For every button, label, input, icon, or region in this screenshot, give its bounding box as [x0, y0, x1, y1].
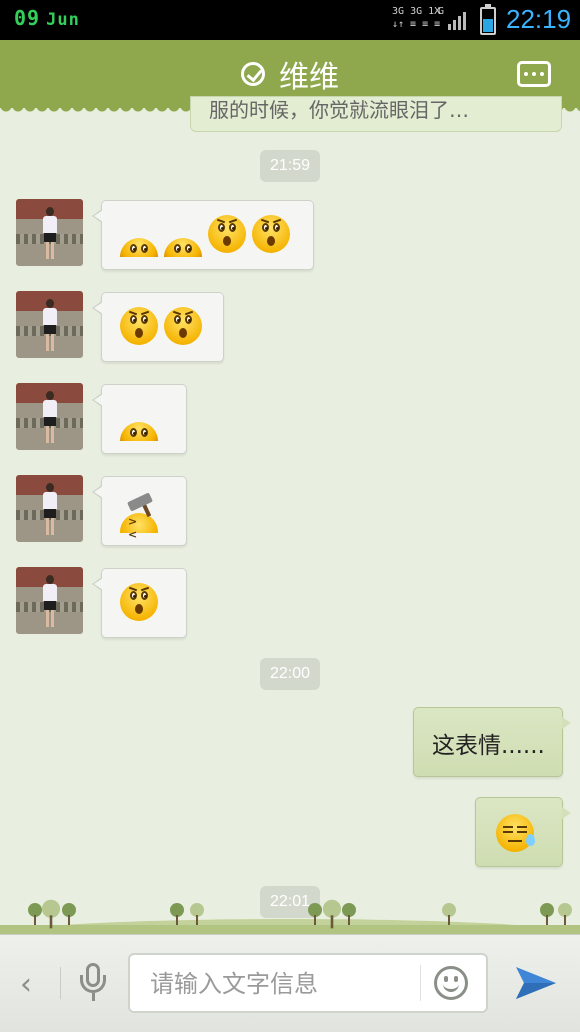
half-face-emoji-icon	[120, 238, 158, 257]
status-time: 22:19	[506, 4, 572, 34]
tree-icon	[190, 903, 204, 925]
shocked-face-emoji-icon	[164, 307, 202, 345]
shocked-face-emoji-icon	[208, 215, 246, 253]
status-month: Jun	[46, 10, 80, 30]
message-input-box[interactable]	[128, 953, 488, 1013]
timestamp: 21:59	[260, 150, 320, 182]
check-circle-icon	[241, 62, 265, 86]
status-bar: 09 Jun 3G 3G 1X G ↓↑ ≡ ≡ ≡ 22:19	[0, 0, 580, 40]
network-signal-icon: 3G 3G 1X G ↓↑ ≡ ≡ ≡	[392, 6, 472, 34]
status-date: 09 Jun	[14, 6, 80, 30]
network-label: 3G	[410, 6, 423, 17]
tree-icon	[558, 903, 572, 925]
sweat-face-emoji-icon	[496, 814, 535, 852]
tree-icon	[41, 899, 61, 929]
network-label: G	[438, 6, 445, 17]
sent-message-bubble[interactable]: 这表情......	[413, 707, 571, 777]
signal-bars-icon	[448, 12, 468, 30]
half-face-emoji-icon	[164, 238, 202, 257]
avatar[interactable]	[16, 383, 83, 450]
tree-icon	[442, 903, 456, 925]
received-message-bubble[interactable]	[92, 476, 187, 546]
sent-message-bubble[interactable]	[475, 797, 571, 867]
tree-icon	[342, 903, 356, 925]
received-message-bubble[interactable]	[92, 384, 187, 454]
sent-message-text: 这表情......	[432, 733, 545, 759]
received-message-bubble[interactable]	[92, 292, 224, 362]
shocked-face-emoji-icon	[120, 583, 158, 621]
tree-icon	[322, 899, 342, 929]
divider	[60, 967, 61, 999]
back-icon[interactable]: ‹	[20, 967, 32, 1002]
status-day: 09	[14, 6, 41, 30]
previous-message-bubble[interactable]: 服的时候，你觉就流眼泪了…	[190, 96, 562, 132]
shocked-face-emoji-icon	[120, 307, 158, 345]
tree-icon	[170, 903, 184, 925]
more-icon[interactable]	[517, 61, 551, 87]
message-list[interactable]: 服的时候，你觉就流眼泪了… 21:59 22:00 这表情...... 22:0…	[0, 96, 580, 934]
previous-message-text: 服的时候，你觉就流眼泪了…	[209, 98, 469, 122]
timestamp: 22:00	[260, 658, 320, 690]
avatar[interactable]	[16, 291, 83, 358]
tree-icon	[62, 903, 76, 925]
hammer-face-emoji-icon	[120, 492, 158, 541]
message-input[interactable]	[148, 967, 412, 1001]
battery-icon	[480, 4, 496, 35]
avatar[interactable]	[16, 199, 83, 266]
background-scenery	[0, 890, 580, 935]
send-icon[interactable]	[514, 963, 558, 1003]
tree-icon	[308, 903, 322, 925]
half-face-emoji-icon	[120, 422, 158, 441]
tree-icon	[540, 903, 554, 925]
network-label: 3G	[392, 6, 405, 17]
input-bar: ‹	[0, 934, 580, 1032]
contact-name[interactable]: 维维	[279, 52, 339, 96]
microphone-icon[interactable]	[80, 963, 108, 1003]
tree-icon	[28, 903, 42, 925]
emoji-icon[interactable]	[434, 966, 468, 1000]
avatar[interactable]	[16, 567, 83, 634]
battery-level-fill	[483, 19, 493, 32]
shocked-face-emoji-icon	[252, 215, 290, 253]
divider	[420, 965, 421, 1001]
received-message-bubble[interactable]	[92, 200, 314, 270]
avatar[interactable]	[16, 475, 83, 542]
received-message-bubble[interactable]	[92, 568, 187, 638]
